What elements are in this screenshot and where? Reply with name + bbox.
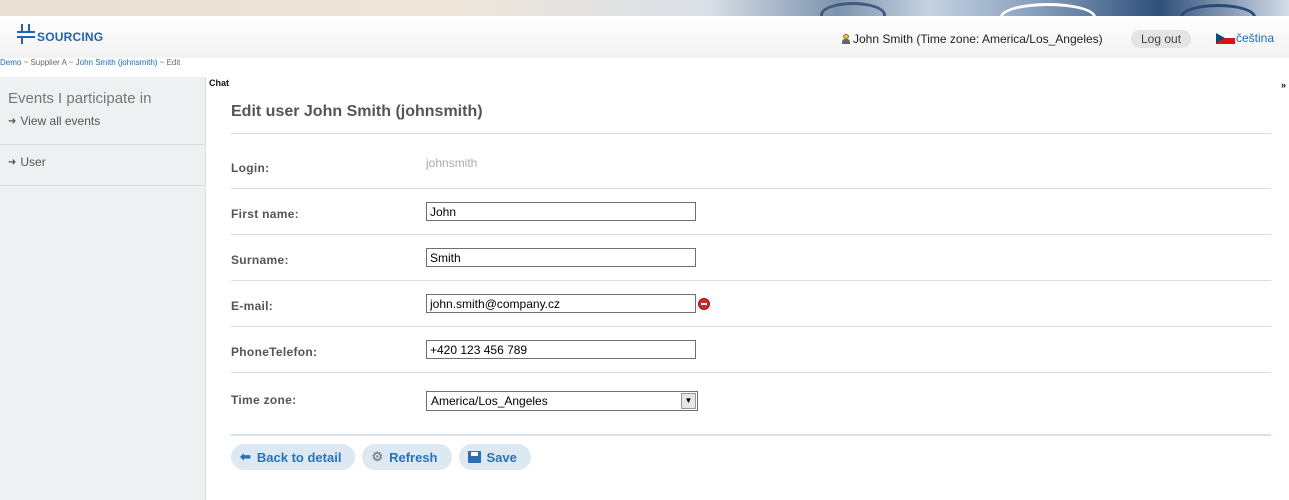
refresh-label: Refresh [389,449,438,465]
surname-field[interactable] [426,248,696,267]
breadcrumb-user[interactable]: John Smith (johnsmith) [76,58,158,67]
chat-expand-icon[interactable]: » [1281,80,1286,90]
current-user-text: John Smith (Time zone: America/Los_Angel… [853,32,1103,46]
language-switch[interactable]: čeština [1216,31,1274,45]
gear-icon: ⚙ [371,449,384,464]
top-banner [0,0,1289,16]
czech-flag-icon [1216,32,1235,44]
login-value: johnsmith [426,155,478,170]
error-icon [698,297,710,310]
phone-label: PhoneTelefon: [231,344,318,359]
refresh-button[interactable]: ⚙ Refresh [362,444,452,470]
chat-bar: Chat » [206,78,1289,90]
timezone-label: Time zone: [231,393,297,407]
save-label: Save [486,449,517,465]
chevron-down-icon[interactable]: ▼ [681,393,696,409]
breadcrumb-supplier: Supplier A [30,58,67,67]
banner-decoration [1000,3,1096,16]
timezone-select[interactable]: America/Los_Angeles ▼ [426,391,698,411]
save-button[interactable]: Save [458,444,531,470]
back-to-detail-button[interactable]: ⬅ Back to detail [231,444,356,470]
surname-label: Surname: [231,252,289,267]
form-row-login: Login: johnsmith [231,143,1271,189]
sidebar: Events I participate in ➜ View all event… [0,77,206,500]
back-to-detail-label: Back to detail [256,449,342,465]
sidebar-item-view-all-events[interactable]: ➜ View all events [8,114,205,128]
main-content: Edit user John Smith (johnsmith) Login: … [231,92,1271,470]
form-row-first-name: First name: [231,189,1271,235]
logo-icon [17,24,35,44]
user-icon [842,34,850,44]
form-actions: ⬅ Back to detail ⚙ Refresh Save [231,434,1271,470]
sidebar-user-section: ➜ User [0,145,205,186]
breadcrumb: Demo ~ Supplier A ~ John Smith (johnsmit… [0,58,180,68]
sidebar-item-user[interactable]: ➜ User [8,155,205,169]
logo[interactable]: SOURCING [17,24,103,44]
first-name-field[interactable] [426,202,696,221]
first-name-label: First name: [231,206,299,221]
form-row-phone: PhoneTelefon: [231,327,1271,373]
timezone-selected-value: America/Los_Angeles [431,394,548,408]
arrow-right-icon: ➜ [8,156,17,168]
breadcrumb-demo[interactable]: Demo [0,58,21,67]
breadcrumb-separator: ~ [66,58,76,67]
banner-decoration [820,2,886,16]
logo-text: SOURCING [37,30,104,44]
arrow-left-icon: ⬅ [240,449,251,464]
header: SOURCING John Smith (Time zone: America/… [0,16,1289,58]
page-title: Edit user John Smith (johnsmith) [231,92,1271,134]
language-link[interactable]: čeština [1236,31,1274,45]
sidebar-item-label: View all events [20,114,101,128]
breadcrumb-edit: Edit [166,58,181,67]
email-label: E-mail: [231,298,274,313]
arrow-right-icon: ➜ [8,115,17,127]
sidebar-item-label: User [20,155,46,169]
floppy-disk-icon [467,451,481,463]
form-row-email: E-mail: [231,281,1271,327]
logout-button[interactable]: Log out [1131,30,1192,48]
form-row-surname: Surname: [231,235,1271,281]
sidebar-section-title: Events I participate in [8,90,152,107]
login-label: Login: [231,160,270,175]
chat-label[interactable]: Chat [209,78,229,88]
email-field[interactable] [426,294,696,313]
current-user: John Smith (Time zone: America/Los_Angel… [842,32,1103,46]
phone-field[interactable] [426,340,696,359]
breadcrumb-separator: ~ [157,58,167,67]
banner-decoration [1180,4,1256,16]
sidebar-events-section: Events I participate in ➜ View all event… [0,77,205,145]
form-row-timezone: Time zone: America/Los_Angeles ▼ [231,373,1271,429]
